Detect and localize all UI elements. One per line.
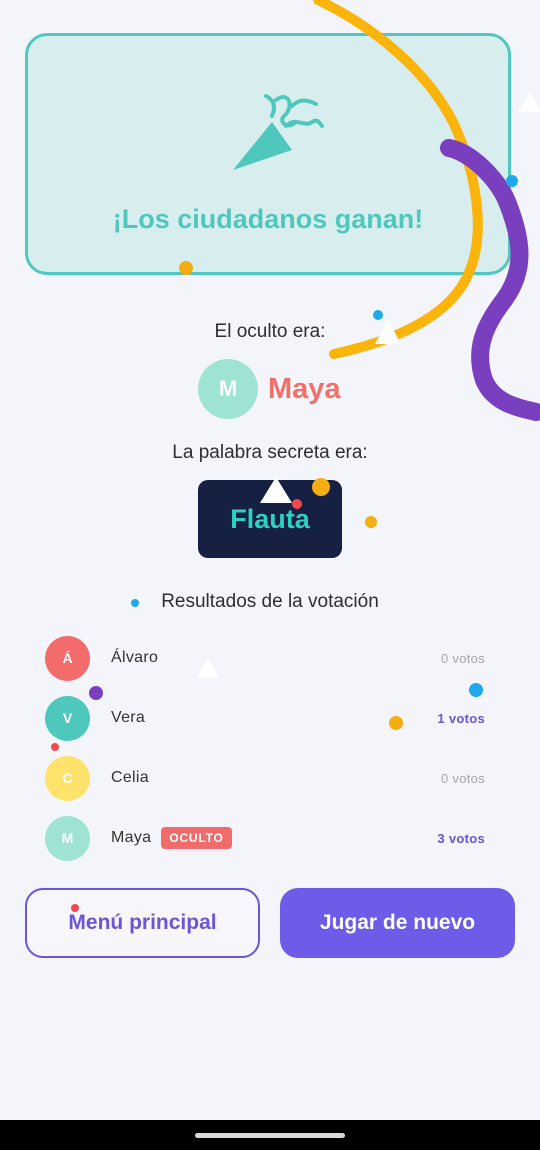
home-handle[interactable] (195, 1133, 345, 1138)
confetti-triangle (518, 92, 540, 112)
hidden-player: M Maya (198, 359, 341, 419)
secret-word-label: La palabra secreta era: (172, 442, 368, 463)
play-again-button[interactable]: Jugar de nuevo (280, 888, 515, 958)
avatar: M (45, 815, 90, 861)
vote-row: C Celia 0 votos (45, 755, 485, 801)
avatar: C (45, 755, 90, 801)
player-name: Álvaro (111, 649, 159, 666)
secret-word: Flauta (198, 480, 342, 558)
vote-count: 3 votos (437, 830, 485, 846)
result-title: ¡Los ciudadanos ganan! (112, 204, 424, 234)
vote-count: 0 votos (440, 650, 485, 666)
player-name: Vera (111, 709, 146, 726)
vote-count: 1 votos (437, 710, 485, 726)
voting-results-title: Resultados de la votación (161, 591, 379, 612)
avatar: Á (45, 635, 90, 681)
party-popper-icon (233, 94, 324, 170)
result-card: ¡Los ciudadanos ganan! (25, 33, 511, 275)
hidden-badge: OCULTO (161, 827, 232, 849)
vote-row: V Vera 1 votos (45, 695, 485, 741)
confetti-dot (373, 310, 383, 320)
player-name: Maya (111, 829, 152, 846)
player-name: Celia (111, 769, 149, 786)
system-nav-bar (0, 1120, 540, 1150)
vote-count: 0 votos (440, 770, 485, 786)
confetti-dot (365, 516, 377, 528)
confetti-dot (51, 743, 59, 751)
vote-row: M Maya OCULTO 3 votos (45, 815, 485, 861)
avatar: V (45, 695, 90, 741)
avatar: M (198, 359, 258, 419)
vote-row: Á Álvaro 0 votos (45, 635, 485, 681)
hidden-player-name: Maya (268, 372, 341, 405)
hidden-player-label: El oculto era: (214, 321, 326, 342)
main-menu-button[interactable]: Menú principal (25, 888, 260, 958)
